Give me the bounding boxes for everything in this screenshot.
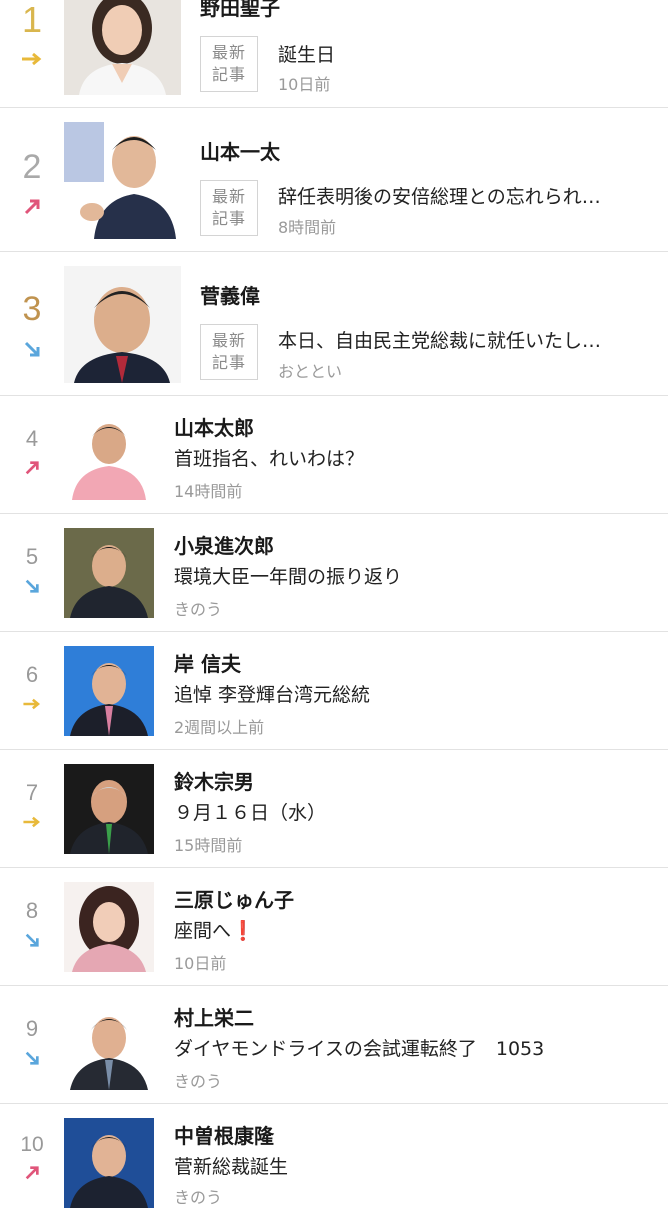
ranking-row-8[interactable]: 8 三原じゅん子 座間へ❗ 10日前 bbox=[0, 868, 668, 986]
article-title[interactable]: ９月１６日（水） bbox=[174, 798, 654, 825]
rank-number: 10 bbox=[20, 1133, 44, 1156]
trend-up-icon bbox=[24, 199, 40, 215]
rank-block: 9 bbox=[14, 1018, 50, 1066]
avatar[interactable] bbox=[64, 1118, 154, 1208]
politician-name[interactable]: 三原じゅん子 bbox=[174, 884, 294, 913]
rank-number: 4 bbox=[25, 426, 39, 451]
rank-block: 8 bbox=[14, 900, 50, 948]
rank-block: 5 bbox=[14, 546, 50, 594]
trend-down-icon bbox=[25, 933, 39, 947]
article-title[interactable]: 辞任表明後の安倍総理との忘れられ… bbox=[278, 182, 658, 209]
rank-number: 5 bbox=[25, 544, 39, 569]
rank-number: 9 bbox=[25, 1016, 39, 1041]
politician-name[interactable]: 中曽根康隆 bbox=[174, 1120, 274, 1149]
article-title[interactable]: 追悼 李登輝台湾元総統 bbox=[174, 680, 654, 707]
avatar[interactable] bbox=[64, 528, 154, 618]
avatar[interactable] bbox=[64, 266, 181, 383]
rank-number: 6 bbox=[25, 662, 39, 687]
article-title[interactable]: 誕生日 bbox=[278, 40, 653, 67]
politician-name[interactable]: 野田聖子 bbox=[200, 0, 280, 21]
rank-block: 3 bbox=[14, 292, 50, 358]
article-title[interactable]: 座間へ❗ bbox=[174, 916, 654, 943]
ranking-row-6[interactable]: 6 岸 信夫 追悼 李登輝台湾元総統 2週間以上前 bbox=[0, 632, 668, 750]
politician-name[interactable]: 村上栄二 bbox=[174, 1002, 254, 1031]
article-time: 10日前 bbox=[174, 954, 227, 973]
rank-block: 2 bbox=[14, 150, 50, 216]
rank-block: 1 bbox=[14, 2, 50, 66]
avatar[interactable] bbox=[64, 0, 181, 95]
article-time: 2週間以上前 bbox=[174, 718, 265, 737]
ranking-row-5[interactable]: 5 小泉進次郎 環境大臣一年間の振り返り きのう bbox=[0, 514, 668, 632]
trend-flat-icon bbox=[23, 698, 41, 710]
article-time: きのう bbox=[174, 600, 223, 619]
article-title[interactable]: 首班指名、れいわは？ bbox=[174, 444, 654, 471]
article-time: きのう bbox=[174, 1072, 223, 1091]
article-title[interactable]: ダイヤモンドライスの会試運転終了 1053 bbox=[174, 1034, 659, 1061]
rank-number: 7 bbox=[25, 780, 39, 805]
ranking-row-2[interactable]: 2 山本一太 最新 記事 辞任表明後の安倍総理との忘れられ… 8時間前 bbox=[0, 108, 668, 252]
ranking-row-3[interactable]: 3 菅義偉 最新 記事 本日、自由民主党総裁に就任いたし… おととい bbox=[0, 252, 668, 396]
article-title[interactable]: 本日、自由民主党総裁に就任いたし… bbox=[278, 326, 658, 353]
avatar[interactable] bbox=[64, 646, 154, 736]
badge-line: 最新 bbox=[211, 43, 246, 62]
exclamation-icon: ❗ bbox=[231, 920, 255, 942]
ranking-row-9[interactable]: 9 村上栄二 ダイヤモンドライスの会試運転終了 1053 きのう bbox=[0, 986, 668, 1104]
rank-block: 4 bbox=[14, 428, 50, 476]
article-time: 8時間前 bbox=[278, 218, 337, 237]
trend-flat-icon bbox=[23, 816, 41, 828]
rank-block: 6 bbox=[14, 664, 50, 710]
avatar[interactable] bbox=[64, 882, 154, 972]
latest-article-badge: 最新 記事 bbox=[200, 324, 258, 380]
latest-article-badge: 最新 記事 bbox=[200, 36, 258, 92]
avatar[interactable] bbox=[64, 410, 154, 500]
latest-article-badge: 最新 記事 bbox=[200, 180, 258, 236]
rank-number: 3 bbox=[22, 290, 42, 328]
politician-name[interactable]: 小泉進次郎 bbox=[174, 530, 274, 559]
article-title[interactable]: 菅新総裁誕生 bbox=[174, 1152, 654, 1179]
article-time: 14時間前 bbox=[174, 482, 243, 501]
trend-up-icon bbox=[25, 1166, 39, 1180]
trend-down-icon bbox=[25, 579, 39, 593]
ranking-row-7[interactable]: 7 鈴木宗男 ９月１６日（水） 15時間前 bbox=[0, 750, 668, 868]
avatar[interactable] bbox=[64, 764, 154, 854]
article-time: 15時間前 bbox=[174, 836, 243, 855]
article-title[interactable]: 環境大臣一年間の振り返り bbox=[174, 562, 654, 589]
article-time: おととい bbox=[278, 362, 343, 381]
rank-block: 7 bbox=[14, 782, 50, 828]
badge-line: 記事 bbox=[211, 209, 246, 228]
badge-line: 記事 bbox=[211, 353, 246, 372]
ranking-row-1[interactable]: 1 野田聖子 最新 記事 誕生日 10日前 bbox=[0, 0, 668, 108]
trend-flat-icon bbox=[22, 52, 42, 66]
rank-number: 2 bbox=[22, 148, 42, 186]
avatar[interactable] bbox=[64, 122, 181, 239]
politician-name[interactable]: 岸 信夫 bbox=[174, 648, 241, 677]
ranking-row-10[interactable]: 10 中曽根康隆 菅新総裁誕生 きのう bbox=[0, 1104, 668, 1222]
politician-name[interactable]: 鈴木宗男 bbox=[174, 766, 254, 795]
ranking-row-4[interactable]: 4 山本太郎 首班指名、れいわは？ 14時間前 bbox=[0, 396, 668, 514]
politician-name[interactable]: 菅義偉 bbox=[200, 280, 260, 309]
trend-up-icon bbox=[25, 461, 39, 475]
trend-down-icon bbox=[25, 1051, 39, 1065]
badge-line: 記事 bbox=[211, 65, 246, 84]
trend-down-icon bbox=[24, 341, 40, 357]
rank-block: 10 bbox=[14, 1134, 50, 1181]
politician-name[interactable]: 山本太郎 bbox=[174, 412, 254, 441]
article-time: 10日前 bbox=[278, 75, 331, 94]
article-title-text: 座間へ bbox=[174, 920, 232, 942]
badge-line: 最新 bbox=[211, 187, 246, 206]
politician-name[interactable]: 山本一太 bbox=[200, 136, 280, 165]
badge-line: 最新 bbox=[211, 331, 246, 350]
avatar[interactable] bbox=[64, 1000, 154, 1090]
article-time: きのう bbox=[174, 1188, 223, 1207]
rank-number: 8 bbox=[25, 898, 39, 923]
rank-number: 1 bbox=[21, 0, 43, 40]
